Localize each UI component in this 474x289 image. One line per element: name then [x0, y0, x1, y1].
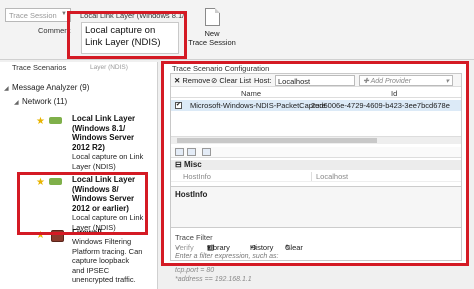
clear-list-icon: ⊘ — [211, 76, 218, 85]
add-provider-label: Add Provider — [370, 78, 412, 85]
column-header-name[interactable]: Name — [241, 89, 261, 98]
new-trace-session-button[interactable]: New Trace Session — [188, 8, 236, 56]
provider-id: 2ed6006e-4729-4609-b423-3ee7bcd678e — [311, 101, 450, 110]
configuration-body: ✕ Remove ⊘ Clear List Host: Localhost ✚ … — [170, 73, 462, 261]
tree-node-message-analyzer[interactable]: ◢ Message Analyzer (9) — [4, 83, 89, 92]
provider-toolbar: ✕ Remove ⊘ Clear List Host: Localhost ✚ … — [171, 74, 461, 87]
add-provider-input[interactable]: ✚ Add Provider ▾ — [359, 75, 453, 86]
desc-line: Layer (NDIS) — [72, 161, 116, 171]
star-icon: ★ — [36, 116, 45, 127]
property-toolbar — [171, 147, 461, 158]
close-icon: ✕ — [174, 76, 181, 85]
title-line: Windows Server — [72, 133, 135, 142]
providers-grid: Name Id ✔ Microsoft-Windows-NDIS-PacketC… — [171, 88, 461, 136]
new-session-line1: New — [204, 29, 220, 38]
expand-arrow-icon: ◢ — [4, 86, 9, 92]
scenario-description: Windows Filtering Platform tracing. Can … — [72, 237, 154, 285]
plus-icon: ✚ — [363, 78, 369, 85]
trace-session-dropdown[interactable]: Trace Session ▼ — [5, 8, 71, 22]
title-line: Local Link Layer — [72, 114, 136, 123]
host-label: Host: — [254, 76, 272, 85]
horizontal-scrollbar[interactable] — [171, 136, 461, 144]
trace-filter-label: Trace Filter — [175, 233, 213, 242]
property-pages-icon[interactable] — [202, 148, 211, 156]
chevron-down-icon: ▾ — [445, 78, 449, 85]
title-line: 2012 R2) — [72, 142, 105, 152]
code-line: *address == 192.168.1.1 — [175, 276, 252, 283]
code-line: tcp.port = 80 — [175, 267, 215, 274]
provider-checkbox[interactable]: ✔ — [175, 102, 182, 109]
title-line: (Windows 8.1/ — [72, 123, 126, 133]
scenario-title: Local Link Layer (Windows 8.1/ Windows S… — [72, 114, 154, 152]
property-value[interactable]: Localhost — [311, 172, 348, 181]
alphabetical-view-icon[interactable] — [187, 148, 196, 156]
host-field[interactable]: Localhost — [275, 75, 355, 86]
table-row[interactable]: ✔ Microsoft-Windows-NDIS-PacketCapture 2… — [171, 100, 461, 111]
highlight-callout-scenario — [17, 172, 148, 235]
trace-session-label: Trace Session — [9, 11, 57, 20]
history-label: History — [250, 243, 274, 252]
highlight-callout-comment — [67, 11, 187, 59]
grid-header: Name Id — [171, 88, 461, 98]
chevron-down-icon: ▾ — [207, 243, 211, 252]
filter-hint[interactable]: Enter a filter expression, such as: — [175, 253, 279, 260]
desc-line: and IPSEC — [72, 265, 110, 275]
remove-label: Remove — [182, 76, 211, 85]
network-adapter-icon — [49, 117, 62, 124]
desc-line: capture loopback — [72, 256, 130, 265]
ribbon: Trace Session ▼ Comment Local Link Layer… — [0, 0, 474, 60]
property-key: HostInfo — [183, 172, 211, 181]
categorized-view-icon[interactable] — [175, 148, 184, 156]
verify-label: Verify — [175, 243, 194, 252]
clear-label: Clear — [285, 243, 303, 252]
trace-scenarios-header: Trace Scenarios — [10, 63, 69, 72]
desc-line: Platform tracing. Can — [72, 246, 143, 256]
expand-arrow-icon: ◢ — [14, 100, 19, 106]
new-session-line2: Trace Session — [188, 38, 236, 47]
trace-scenario-configuration-panel: Trace Scenario Configuration ✕ Remove ⊘ … — [161, 61, 469, 266]
filter-toolbar: ✔ Verify ▥ Library ▾ ⟲ History ✎ Clear — [175, 243, 457, 253]
collapse-icon: ⊟ — [175, 160, 182, 169]
tree-node-label: Message Analyzer (9) — [12, 83, 90, 92]
property-row[interactable]: HostInfo Localhost — [171, 171, 461, 182]
provider-name: Microsoft-Windows-NDIS-PacketCapture — [190, 101, 326, 110]
clear-list-button[interactable]: ⊘ Clear List — [211, 76, 251, 85]
desc-line: Windows Filtering — [72, 237, 132, 246]
property-description: HostInfo — [171, 186, 461, 228]
scenario-firewall[interactable]: ★ Firewall Windows Filtering Platform tr… — [36, 228, 156, 288]
scrollbar-thumb[interactable] — [177, 138, 377, 143]
filter-example-code: tcp.port = 80 *address == 192.168.1.1 — [175, 266, 252, 284]
new-document-icon — [204, 8, 220, 26]
category-label: Misc — [183, 160, 202, 169]
scenario-description: Local capture on Link Layer (NDIS) — [72, 152, 154, 171]
tree-node-label: Network (11) — [22, 97, 68, 106]
desc-line: unencrypted traffic. — [72, 275, 136, 284]
clipped-scenario-text: Layer (NDIS) — [90, 64, 128, 71]
tree-node-network[interactable]: ◢ Network (11) — [14, 97, 67, 106]
scenario-local-link-layer-81[interactable]: ★ Local Link Layer (Windows 8.1/ Windows… — [36, 114, 156, 174]
desc-line: Local capture on Link — [72, 152, 144, 161]
property-category-misc[interactable]: ⊟ Misc — [171, 160, 461, 170]
clear-list-label: Clear List — [219, 76, 252, 85]
comment-label: Comment — [38, 26, 71, 35]
trace-scenarios-panel: Trace Scenarios Layer (NDIS) ◢ Message An… — [0, 62, 158, 289]
remove-button[interactable]: ✕ Remove — [174, 76, 210, 85]
column-header-id[interactable]: Id — [391, 89, 397, 98]
configuration-header: Trace Scenario Configuration — [170, 64, 272, 73]
